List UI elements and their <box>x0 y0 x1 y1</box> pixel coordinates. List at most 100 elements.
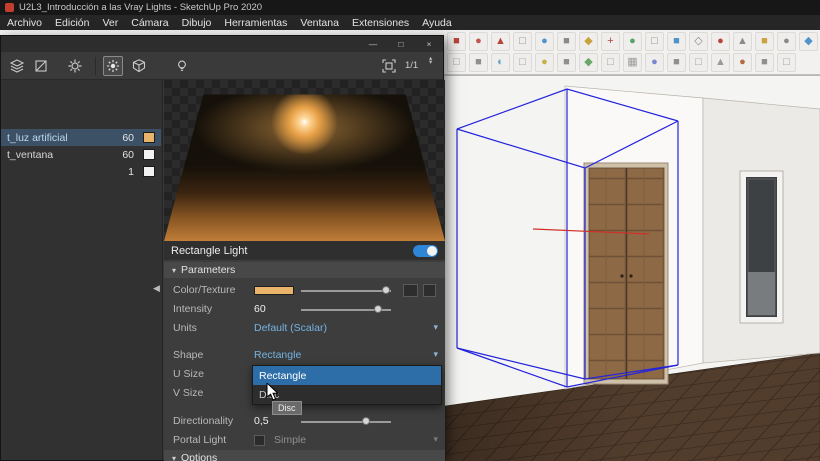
toolbar-row-1: ■●▲□●■◆+●□■◇●▲■●◆ <box>447 32 818 51</box>
maximize-button[interactable]: □ <box>387 36 415 52</box>
color-texture-slider[interactable] <box>301 285 391 296</box>
light-intensity-value: 60 <box>108 132 134 144</box>
shape-dropdown[interactable]: Rectangle <box>254 349 301 361</box>
intensity-value[interactable]: 60 <box>254 303 266 315</box>
light-list-item[interactable]: t_ventana 60 <box>1 146 161 163</box>
menu-item[interactable]: Dibujo <box>182 17 212 29</box>
light-color-swatch[interactable] <box>143 166 155 177</box>
param-row-directionality: Directionality 0,5 <box>164 412 445 431</box>
toolbar-icon[interactable]: ■ <box>755 53 774 72</box>
toolbar-icon[interactable]: □ <box>513 32 532 51</box>
section-parameters[interactable]: ▾ Parameters <box>164 262 445 278</box>
directionality-slider[interactable] <box>301 416 391 427</box>
light-enabled-toggle[interactable] <box>413 245 438 257</box>
toolbar-icon[interactable]: ● <box>777 32 796 51</box>
units-dropdown[interactable]: Default (Scalar) <box>254 322 327 334</box>
portal-light-checkbox[interactable] <box>254 435 265 446</box>
section-options[interactable]: ▾ Options <box>164 450 445 461</box>
param-label-units: Units <box>173 322 197 334</box>
light-intensity-value: 1 <box>108 166 134 178</box>
menu-item[interactable]: Archivo <box>7 17 42 29</box>
toolbar-icon[interactable]: □ <box>645 32 664 51</box>
color-texture-swatch[interactable] <box>254 286 294 295</box>
toolbar-icon[interactable]: ◇ <box>689 32 708 51</box>
toolbar-icon[interactable]: □ <box>447 53 466 72</box>
light-list-item[interactable]: t_luz artificial 60 <box>1 129 161 146</box>
3d-viewport[interactable] <box>445 75 820 461</box>
light-name: t_luz artificial <box>7 132 108 144</box>
toolbar-icon[interactable]: ■ <box>667 32 686 51</box>
sketchup-app-icon <box>5 3 14 12</box>
param-row-intensity: Intensity 60 <box>164 300 445 319</box>
menu-item[interactable]: Extensiones <box>352 17 409 29</box>
texture-toggle-checkbox[interactable] <box>423 284 436 297</box>
section-label: Options <box>181 452 217 461</box>
toolbar-icon[interactable]: ■ <box>755 32 774 51</box>
gear-icon[interactable] <box>65 56 85 76</box>
toolbar-icon[interactable]: ● <box>535 32 554 51</box>
intensity-slider[interactable] <box>301 304 391 315</box>
slider-track <box>301 290 391 292</box>
toolbar-icon[interactable]: □ <box>777 53 796 72</box>
toolbar-icon[interactable]: ● <box>535 53 554 72</box>
toolbar-icon[interactable]: ■ <box>447 32 466 51</box>
toolbar-icon[interactable]: ● <box>733 53 752 72</box>
toolbar-icon[interactable]: ■ <box>557 53 576 72</box>
toolbar-icon[interactable]: ● <box>623 32 642 51</box>
texture-slot-button[interactable] <box>403 284 418 297</box>
slider-knob[interactable] <box>374 305 382 313</box>
minimize-button[interactable]: — <box>359 36 387 52</box>
directionality-value[interactable]: 0,5 <box>254 415 269 427</box>
toolbar-icon[interactable]: ● <box>645 53 664 72</box>
chevron-down-icon[interactable]: ▾ <box>433 349 438 360</box>
frame-spinner[interactable]: ▴ ▾ <box>429 57 432 65</box>
param-label-directionality: Directionality <box>173 415 233 427</box>
menu-item[interactable]: Edición <box>55 17 89 29</box>
toolbar-icon[interactable]: □ <box>689 53 708 72</box>
toolbar-icon[interactable]: ● <box>469 32 488 51</box>
toolbar-icon[interactable]: ▲ <box>491 32 510 51</box>
light-color-swatch[interactable] <box>143 149 155 160</box>
light-color-swatch[interactable] <box>143 132 155 143</box>
lights-tab-icon[interactable] <box>103 56 123 76</box>
toolbar-icon[interactable]: □ <box>513 53 532 72</box>
close-button[interactable]: × <box>415 36 443 52</box>
toolbar-icon[interactable]: + <box>601 32 620 51</box>
menu-item[interactable]: Ver <box>102 17 118 29</box>
toolbar-icon[interactable]: ■ <box>557 32 576 51</box>
toolbar-icon[interactable]: ◆ <box>579 53 598 72</box>
toolbar-icon[interactable]: □ <box>601 53 620 72</box>
param-row-shape: Shape Rectangle ▾ <box>164 346 445 365</box>
collapse-panel-icon[interactable]: ◀ <box>153 283 160 294</box>
preview-render-image <box>164 80 445 241</box>
slider-knob[interactable] <box>382 286 390 294</box>
layers-icon[interactable] <box>7 56 27 76</box>
param-label-portal-light: Portal Light <box>173 434 226 446</box>
slider-knob[interactable] <box>362 417 370 425</box>
param-row-color-texture: Color/Texture <box>164 281 445 300</box>
light-list-item[interactable]: 1 <box>1 163 161 180</box>
toolbar-icon[interactable]: ▲ <box>733 32 752 51</box>
preview-lamp-icon[interactable] <box>172 56 192 76</box>
portal-light-dropdown[interactable]: Simple <box>274 434 306 446</box>
menu-item[interactable]: Ventana <box>300 17 339 29</box>
menu-item[interactable]: Herramientas <box>224 17 287 29</box>
toolbar-icon[interactable]: ■ <box>667 53 686 72</box>
toolbar-icon[interactable]: ● <box>711 32 730 51</box>
geometry-tab-icon[interactable] <box>129 56 149 76</box>
menu-item[interactable]: Ayuda <box>422 17 452 29</box>
spinner-down-icon[interactable]: ▾ <box>429 61 432 65</box>
toolbar-icon[interactable]: ◆ <box>799 32 818 51</box>
material-icon[interactable] <box>31 56 51 76</box>
render-frame-icon[interactable] <box>379 56 399 76</box>
window-title-bar: U2L3_Introducción a las Vray Lights - Sk… <box>0 0 820 15</box>
toolbar-icon[interactable]: ▦ <box>623 53 642 72</box>
menu-item[interactable]: Cámara <box>131 17 168 29</box>
chevron-down-icon[interactable]: ▾ <box>433 322 438 333</box>
toolbar-icon[interactable]: ▲ <box>711 53 730 72</box>
dropdown-option[interactable]: Rectangle <box>253 366 441 385</box>
mouse-cursor <box>266 383 280 406</box>
toolbar-icon[interactable]: ■ <box>469 53 488 72</box>
toolbar-icon[interactable]: ◆ <box>579 32 598 51</box>
toolbar-icon[interactable]: ◐ <box>491 53 510 72</box>
